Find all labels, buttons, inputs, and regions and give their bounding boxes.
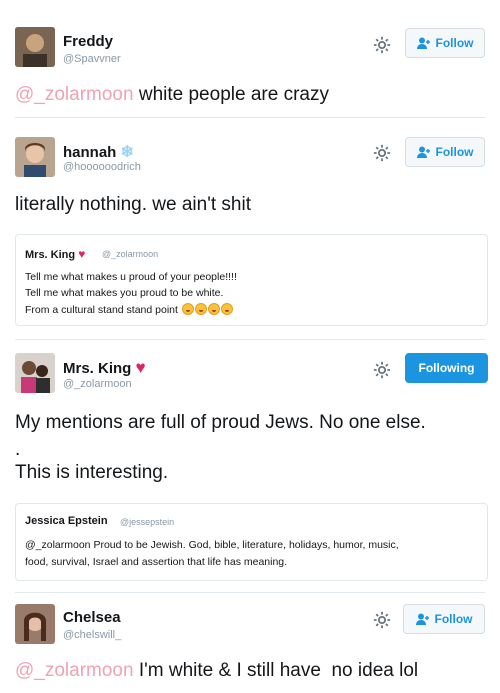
gear-icon[interactable] [373, 611, 391, 629]
tweet-body: white people are crazy [133, 84, 329, 105]
handle[interactable]: @chelswill_ [63, 629, 121, 641]
tweet-text-line: My mentions are full of proud Jews. No o… [15, 412, 426, 433]
tweet-mrs-king: Mrs. King ♥ @_zolarmoon Following My men… [0, 340, 500, 593]
tweet-text-line: . [15, 439, 21, 460]
follow-button-label: Follow [435, 145, 474, 159]
tweet-chelsea: Chelsea @chelswill_ Follow @_zolarmoon I… [0, 593, 500, 693]
heart-icon: ♥ [78, 247, 86, 261]
gear-icon[interactable] [373, 361, 391, 379]
gear-icon[interactable] [373, 144, 391, 162]
avatar[interactable] [15, 353, 55, 393]
tweet-text-line: This is interesting. [15, 462, 169, 483]
quoted-text-line: Tell me what makes u proud of your peopl… [25, 271, 237, 283]
handle[interactable]: @_zolarmoon [63, 378, 132, 390]
tweet-body: I'm white & I still have no idea lol [133, 660, 419, 681]
display-name[interactable]: Chelsea [63, 609, 121, 626]
avatar-image [15, 604, 55, 644]
follow-button[interactable]: Follow [403, 604, 485, 634]
display-name-text: hannah [63, 144, 117, 161]
avatar[interactable] [15, 604, 55, 644]
handle[interactable]: @hoooooodrich [63, 161, 141, 173]
avatar-image [15, 27, 55, 67]
quoted-display-name: Jessica Epstein [25, 515, 108, 527]
quoted-handle: @_zolarmoon [102, 249, 159, 259]
following-button[interactable]: Following [405, 353, 488, 383]
handle[interactable]: @Spavvner [63, 53, 121, 65]
gear-icon[interactable] [373, 36, 391, 54]
display-name[interactable]: Mrs. King ♥ [63, 358, 146, 378]
tweet-text: literally nothing. we ain't shit [15, 194, 251, 215]
avatar[interactable] [15, 27, 55, 67]
tweet-text: @_zolarmoon I'm white & I still have no … [15, 660, 418, 682]
mention-link[interactable]: @_zolarmoon [15, 84, 134, 105]
mention-link[interactable]: @_zolarmoon [15, 660, 134, 681]
follow-button[interactable]: Follow [405, 28, 485, 58]
avatar[interactable] [15, 137, 55, 177]
follow-button-label: Follow [434, 612, 473, 626]
quoted-handle: @jessepstein [120, 517, 175, 527]
quoted-text-line: From a cultural stand stand point [25, 303, 233, 316]
snowflake-icon: ❄ [120, 144, 134, 161]
avatar-image [15, 353, 55, 393]
quoted-text-line: Tell me what makes you proud to be white… [25, 287, 224, 299]
display-name[interactable]: Freddy [63, 33, 113, 50]
quoted-name-text: Mrs. King [25, 249, 76, 261]
follow-button[interactable]: Follow [405, 137, 485, 167]
quoted-text: From a cultural stand stand point [25, 304, 178, 316]
following-button-label: Following [418, 361, 475, 375]
quoted-text-line: @_zolarmoon Proud to be Jewish. God, bib… [25, 539, 399, 551]
quoted-text-line: food, survival, Israel and assertion tha… [25, 556, 288, 568]
add-person-icon [416, 146, 430, 158]
display-name[interactable]: hannah ❄ [63, 142, 134, 162]
add-person-icon [415, 613, 429, 625]
add-person-icon [416, 37, 430, 49]
follow-button-label: Follow [435, 36, 474, 50]
heart-icon: ♥ [135, 358, 146, 377]
tweet-text: @_zolarmoon white people are crazy [15, 84, 329, 106]
quoted-tweet[interactable]: Mrs. King ♥ @_zolarmoon Tell me what mak… [15, 234, 488, 326]
kissing-face-icon [181, 303, 233, 316]
tweet-freddy: Freddy @Spavvner Follow @_zolarmoon whit… [0, 0, 500, 118]
display-name-text: Mrs. King [63, 360, 132, 377]
quoted-tweet[interactable]: Jessica Epstein @jessepstein @_zolarmoon… [15, 503, 488, 581]
avatar-image [15, 137, 55, 177]
tweet-hannah: hannah ❄ @hoooooodrich Follow literally … [0, 118, 500, 340]
quoted-display-name: Mrs. King ♥ [25, 247, 85, 261]
